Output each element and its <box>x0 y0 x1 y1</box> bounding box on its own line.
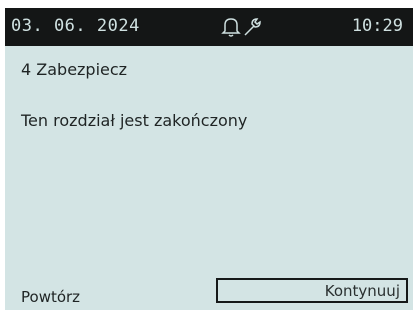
device-frame: 03. 06. 2024 10:29 4 Zabezpiecz Ten rozd… <box>0 0 417 316</box>
wrench-icon <box>244 18 261 36</box>
continue-button[interactable]: Kontynuuj <box>216 278 408 303</box>
status-bar: 03. 06. 2024 10:29 <box>5 8 413 46</box>
continue-button-label: Kontynuuj <box>324 282 400 300</box>
section-title: 4 Zabezpiecz <box>21 60 128 79</box>
repeat-button[interactable]: Powtórz <box>21 288 80 306</box>
display-screen: 03. 06. 2024 10:29 4 Zabezpiecz Ten rozd… <box>5 8 413 310</box>
status-icons <box>221 16 265 38</box>
bell-icon <box>221 18 241 37</box>
status-time: 10:29 <box>351 16 403 36</box>
completion-message: Ten rozdział jest zakończony <box>21 111 248 130</box>
status-date: 03. 06. 2024 <box>11 16 140 36</box>
